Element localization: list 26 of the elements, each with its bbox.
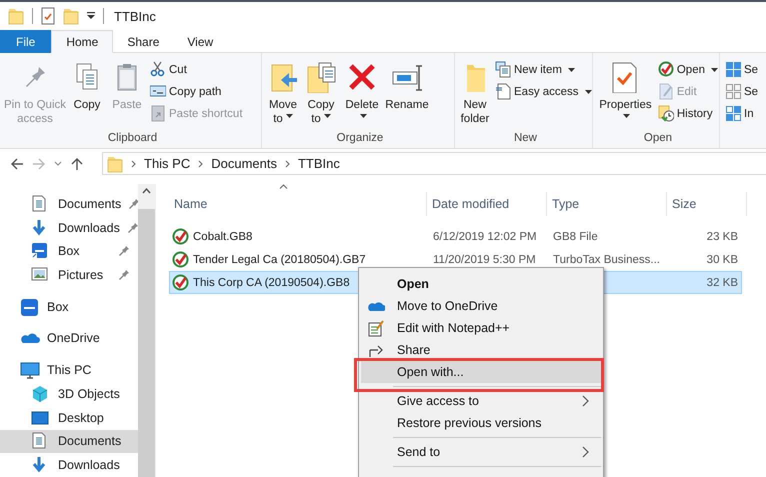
table-cell-text: 6/12/2019 12:02 PM <box>432 230 538 242</box>
table-cell-text: 32 KB <box>706 276 739 288</box>
nav-label: Downloads <box>58 458 121 472</box>
nav-label: Box <box>58 244 81 258</box>
table-cell-text: TurboTax Business... <box>552 254 661 266</box>
group-label: Organize <box>336 131 384 146</box>
nav-label: Documents <box>58 434 122 448</box>
table-cell-text: 30 KB <box>706 254 739 266</box>
file-name: Cobalt.GB8 <box>193 230 252 242</box>
group-label: Clipboard <box>106 131 158 146</box>
nav-label: Downloads <box>58 220 120 235</box>
nav-label: This PC <box>47 363 92 378</box>
nav-label: OneDrive <box>47 331 101 346</box>
nav-label: Pictures <box>58 268 104 282</box>
group-label: Open <box>642 131 674 146</box>
nav-label: Documents <box>58 196 122 211</box>
table-cell-text: 11/20/2019 5:30 PM <box>432 254 537 266</box>
table-cell-text: 23 KB <box>706 230 739 242</box>
window-title: TTBInc <box>114 8 156 24</box>
file-name: This Corp CA (20190504).GB8 <box>193 276 350 288</box>
nav-label: Desktop <box>58 410 105 425</box>
group-label: New <box>512 131 538 146</box>
table-cell-text: GB8 File <box>552 230 599 242</box>
file-name: Tender Legal Ca (20180504).GB7 <box>193 254 366 266</box>
nav-label: 3D Objects <box>58 386 121 401</box>
nav-label: Box <box>47 300 70 314</box>
